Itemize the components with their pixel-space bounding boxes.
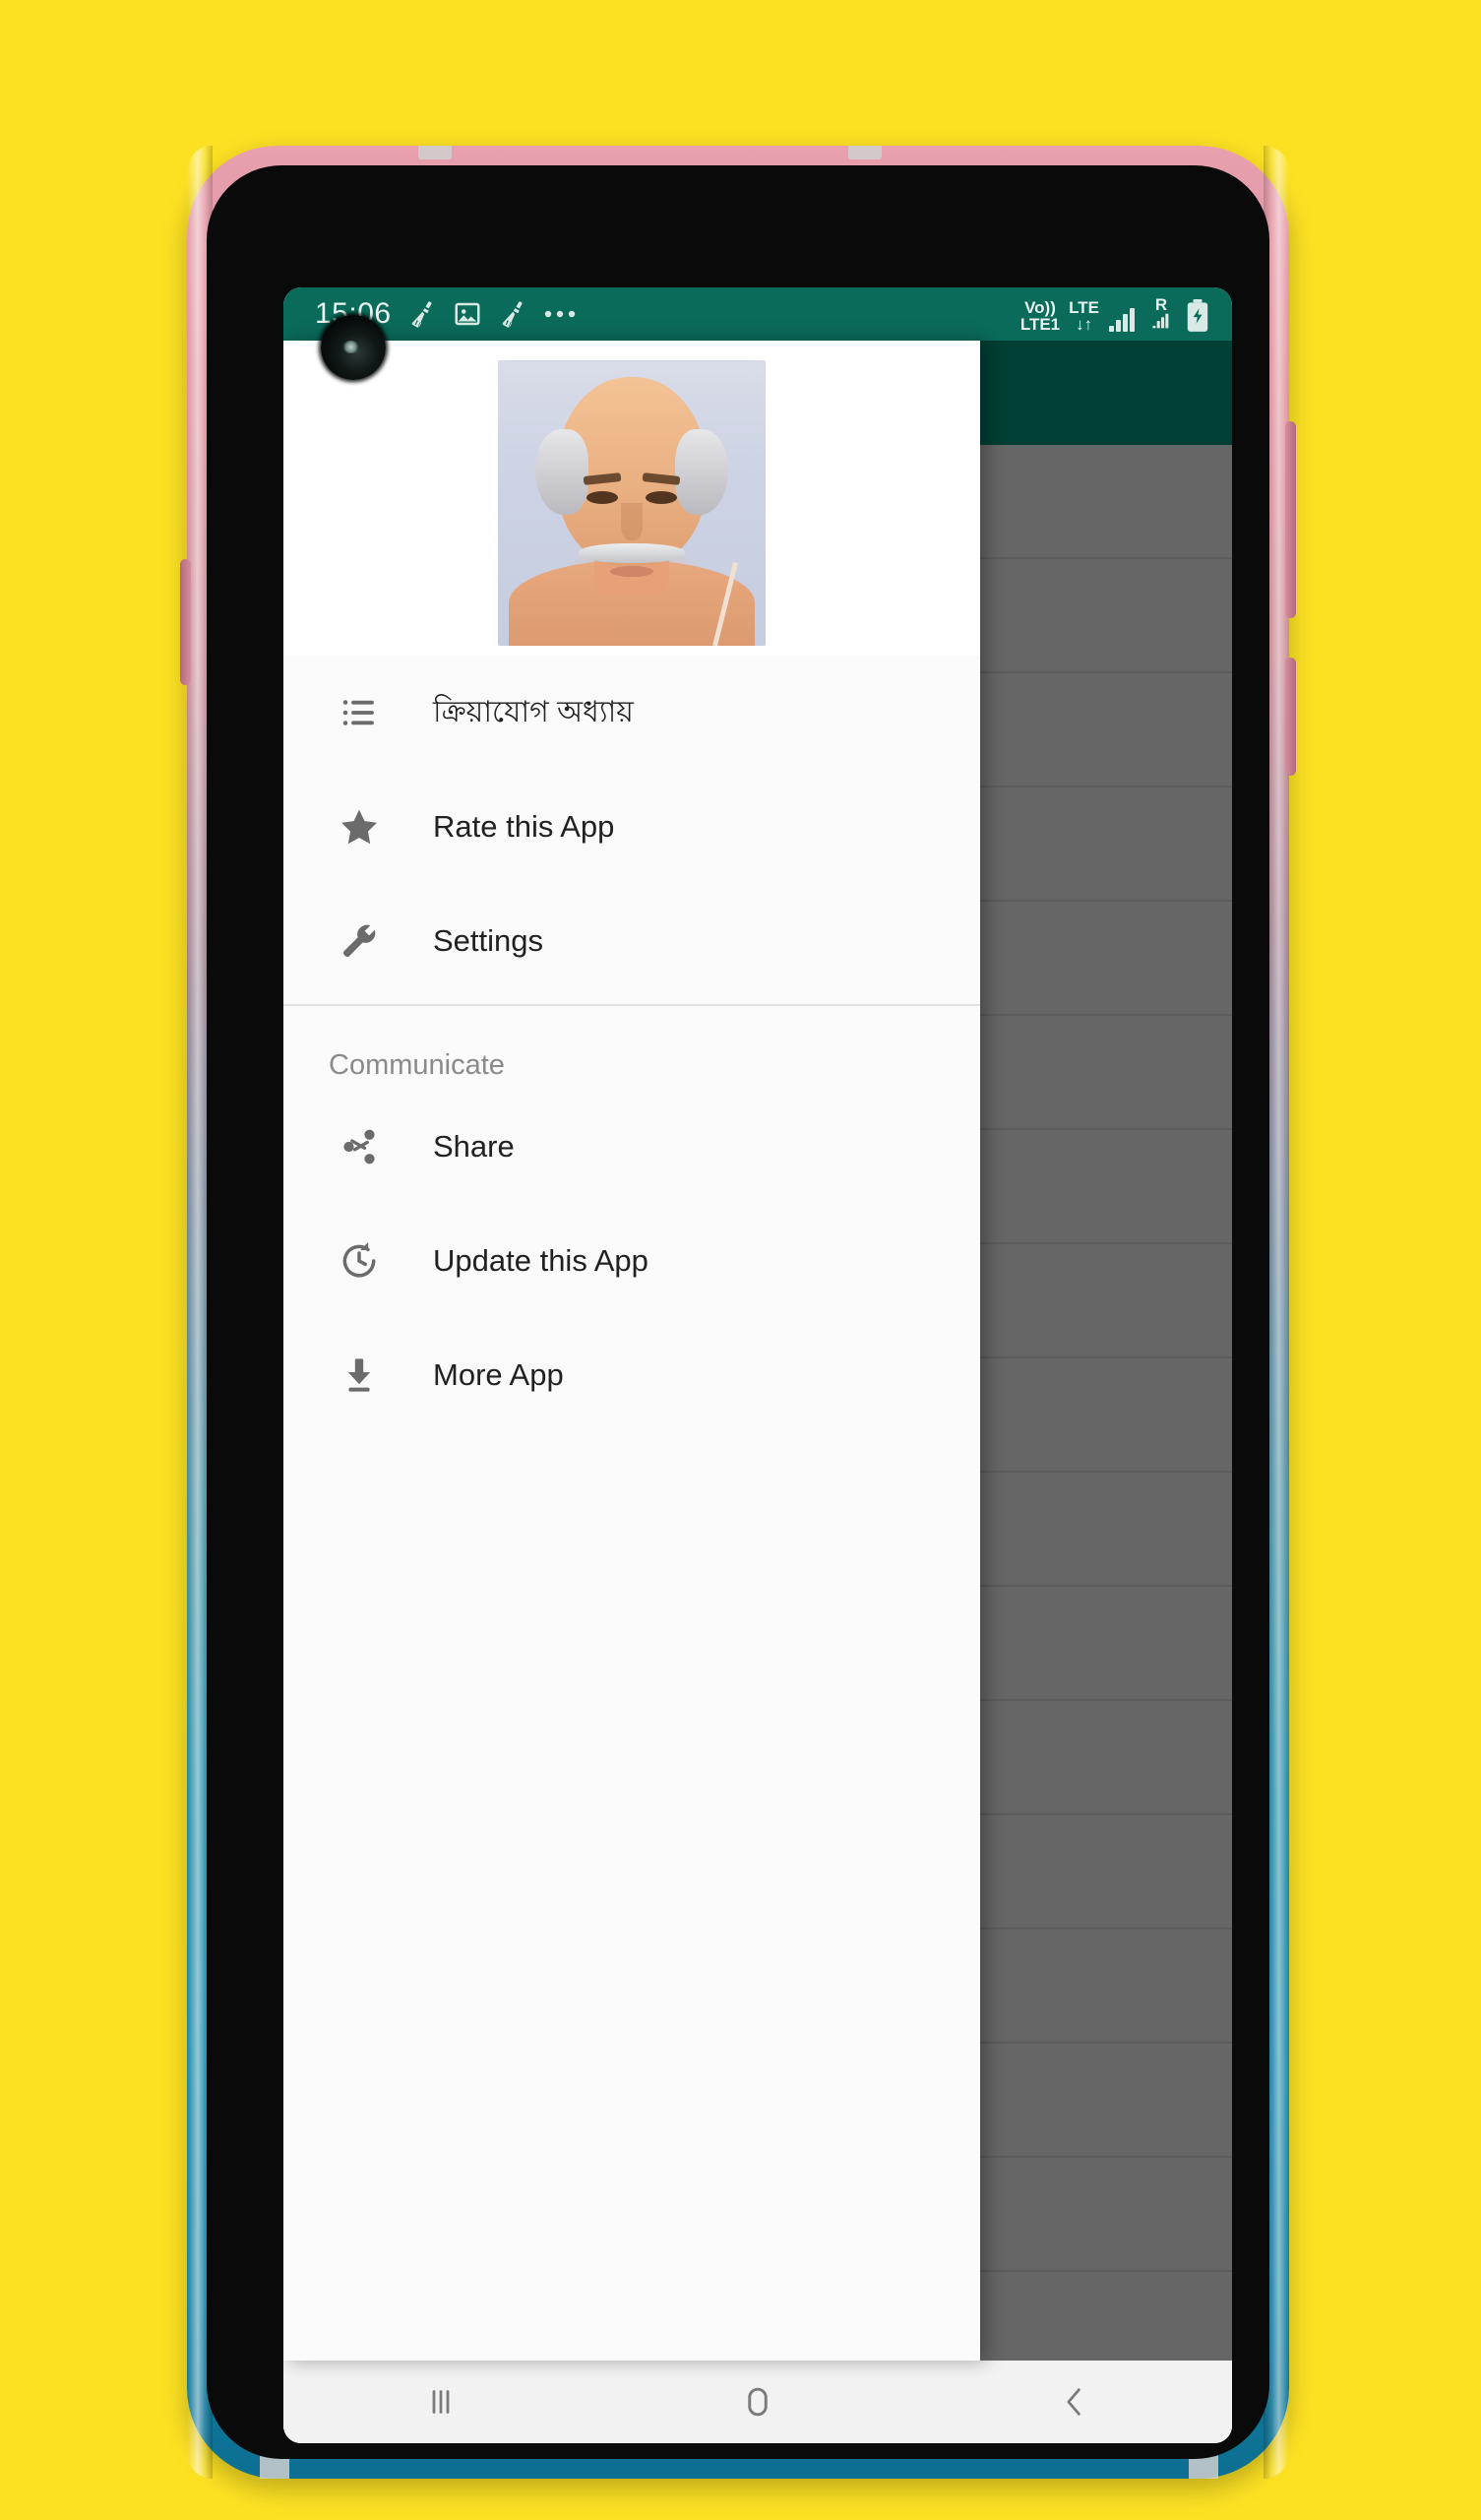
recents-icon[interactable]: [420, 2381, 462, 2423]
drawer-item-more-app[interactable]: More App: [283, 1318, 980, 1432]
home-icon[interactable]: [736, 2380, 779, 2424]
status-bar-right-group: Vo)) LTE1 LTE ↓↑ R: [1020, 296, 1232, 333]
guru-portrait-image: [498, 360, 766, 646]
update-icon: [329, 1239, 390, 1283]
lte-label: LTE: [1069, 297, 1099, 317]
portrait-hair-right: [674, 428, 728, 515]
list-icon: [329, 692, 390, 733]
drawer-item-label: ক্রিয়াযোগ অধ্যায়: [433, 695, 634, 728]
system-navigation-bar: [283, 2361, 1232, 2443]
roaming-signal-icon-sim2: R: [1146, 296, 1176, 333]
status-bar-left-group: 15:06: [283, 297, 577, 331]
antenna-band-top-left: [418, 146, 452, 159]
power-button[interactable]: [1285, 658, 1296, 776]
antenna-band-top-right: [848, 146, 882, 159]
volte-icon: Vo)) LTE1: [1020, 299, 1060, 333]
roaming-label: R: [1154, 294, 1168, 314]
portrait-hair-left: [535, 428, 589, 515]
broom-icon: [498, 299, 527, 329]
data-arrows-icon: ↓↑: [1076, 314, 1093, 334]
drawer-section-title: Communicate: [329, 1049, 505, 1081]
navigation-drawer: ক্রিয়াযোগ অধ্যায় Rate this App Setting…: [283, 341, 980, 2361]
share-icon: [329, 1126, 390, 1167]
status-bar: 15:06 Vo)) LTE1 LTE ↓↑ R: [283, 287, 1232, 341]
phone-bezel: 15:06 Vo)) LTE1 LTE ↓↑ R ক্রিয়াযোগ অধ্য…: [207, 165, 1269, 2459]
drawer-item-update-this-app[interactable]: Update this App: [283, 1204, 980, 1318]
drawer-item-kriyajog-adhyay[interactable]: ক্রিয়াযোগ অধ্যায়: [283, 656, 980, 770]
broom-icon: [407, 299, 437, 329]
phone-screen: 15:06 Vo)) LTE1 LTE ↓↑ R ক্রিয়াযোগ অধ্য…: [283, 287, 1232, 2443]
star-icon: [329, 805, 390, 849]
drawer-header: [283, 341, 980, 656]
wrench-icon: [329, 920, 390, 962]
portrait-moustache: [578, 542, 686, 563]
volte-label-top: Vo)): [1024, 297, 1056, 317]
download-icon: [329, 1354, 390, 1396]
drawer-menu: ক্রিয়াযোগ অধ্যায় Rate this App Setting…: [283, 656, 980, 2361]
battery-charging-icon: [1185, 298, 1210, 333]
drawer-item-label: More App: [433, 1357, 564, 1392]
drawer-item-rate-this-app[interactable]: Rate this App: [283, 770, 980, 884]
signal-bars-icon-sim1: [1108, 307, 1138, 333]
volte-label-bottom: LTE1: [1019, 314, 1061, 334]
portrait-nose: [621, 503, 643, 540]
overflow-dots-icon: [543, 307, 577, 321]
drawer-item-label: Settings: [433, 923, 544, 958]
drawer-item-label: Share: [433, 1129, 515, 1164]
back-icon[interactable]: [1054, 2381, 1095, 2423]
side-key-button[interactable]: [180, 559, 191, 685]
drawer-item-share[interactable]: Share: [283, 1090, 980, 1204]
drawer-item-label: Update this App: [433, 1243, 648, 1278]
drawer-item-settings[interactable]: Settings: [283, 884, 980, 998]
app-body: ক্রিয়াযোগ অধ্যায় Rate this App Setting…: [283, 341, 1232, 2443]
lte-data-icon: LTE ↓↑: [1069, 299, 1099, 333]
volume-button[interactable]: [1285, 421, 1296, 618]
signal-bars-icon-sim2: [1146, 313, 1176, 333]
drawer-item-label: Rate this App: [433, 809, 615, 844]
camera-punch-hole: [321, 315, 386, 380]
phone-device-frame: 15:06 Vo)) LTE1 LTE ↓↑ R ক্রিয়াযোগ অধ্য…: [180, 146, 1296, 2479]
image-icon: [453, 299, 482, 329]
